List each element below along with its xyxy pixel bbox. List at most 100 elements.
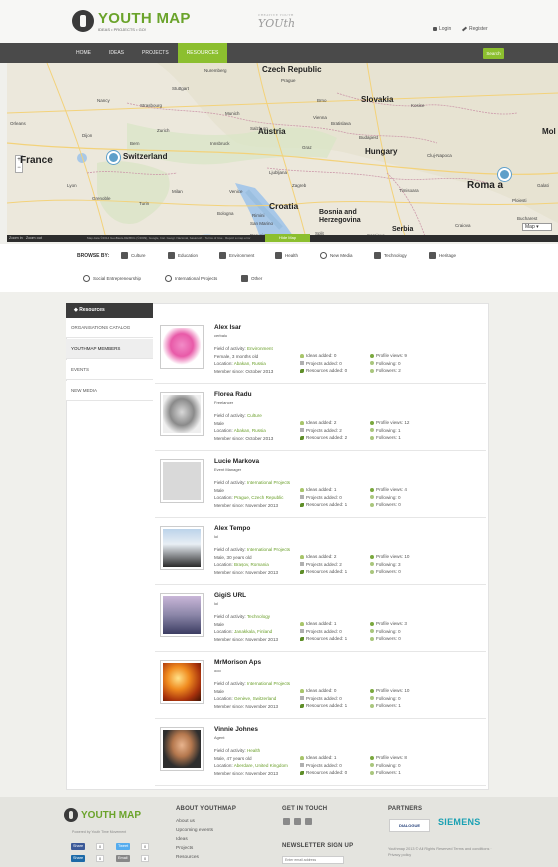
- member-name[interactable]: MrMorison Aps: [214, 659, 261, 666]
- category-education[interactable]: Education: [168, 252, 198, 259]
- newsletter-email-input[interactable]: [282, 856, 344, 864]
- lightbulb-icon: [300, 755, 304, 760]
- member-card[interactable]: Lucie Markova Event Manager Field of activ…: [155, 452, 486, 518]
- following-count[interactable]: 3: [398, 562, 401, 567]
- followers-count[interactable]: 0: [398, 502, 401, 507]
- map-view[interactable]: + − Czech Republic Slovakia Austria Hunga…: [7, 63, 558, 242]
- member-card[interactable]: Alex Tempo lol Field of activity: Internat…: [155, 519, 486, 585]
- nav-ideas[interactable]: IDEAS: [100, 43, 133, 63]
- member-location[interactable]: Abakan, Russia: [234, 428, 266, 433]
- footer-link[interactable]: Ideas: [176, 837, 188, 842]
- footer-link[interactable]: Resources: [176, 855, 199, 860]
- member-card[interactable]: Alex Isar cerbalu Field of activity: Envir…: [155, 318, 486, 384]
- twitter-icon[interactable]: [294, 818, 301, 825]
- zoom-out-link[interactable]: Zoom out: [26, 236, 42, 240]
- member-field[interactable]: Culture: [247, 413, 262, 418]
- nav-resources[interactable]: RESOURCES: [177, 43, 228, 63]
- linkedin-share-button[interactable]: Share: [71, 855, 86, 862]
- register-link[interactable]: Register: [461, 26, 488, 32]
- linkedin-icon[interactable]: [305, 818, 312, 825]
- partner-siemens-logo[interactable]: SIEMENS: [438, 817, 481, 827]
- login-link[interactable]: Login: [433, 26, 451, 32]
- lightbulb-icon: [300, 688, 304, 693]
- member-avatar[interactable]: [160, 392, 204, 436]
- member-name[interactable]: GigiS URL: [214, 592, 246, 599]
- member-location[interactable]: Genève, Switzerland: [234, 696, 276, 701]
- footer-logo[interactable]: YOUTH MAP: [64, 808, 141, 822]
- followers-count[interactable]: 1: [398, 435, 401, 440]
- hide-map-button[interactable]: Hide Map: [265, 234, 310, 242]
- following-count[interactable]: 0: [398, 361, 401, 366]
- following-count[interactable]: 0: [398, 696, 401, 701]
- member-field[interactable]: Environment: [247, 346, 273, 351]
- youthmap-logo[interactable]: YOUTH MAP IDEAS • PROJECTS • GO!: [72, 10, 191, 32]
- sidebar-item-members[interactable]: YOUTHMAP MEMBERS: [66, 339, 153, 359]
- sidebar-item-organisations[interactable]: ORGANISATIONS CATALOG: [66, 318, 153, 338]
- member-avatar[interactable]: [160, 459, 204, 503]
- nav-projects[interactable]: PROJECTS: [133, 43, 178, 63]
- following-count[interactable]: 1: [398, 428, 401, 433]
- footer-link[interactable]: Upcoming events: [176, 828, 213, 833]
- following-count[interactable]: 0: [398, 763, 401, 768]
- member-field[interactable]: International Projects: [247, 547, 290, 552]
- map-label: Czech Republic: [262, 65, 322, 74]
- category-international-projects[interactable]: International Projects: [165, 275, 217, 282]
- footer-link[interactable]: Projects: [176, 846, 193, 851]
- member-avatar[interactable]: [160, 325, 204, 369]
- globe-icon: [165, 275, 172, 282]
- following-count[interactable]: 0: [398, 629, 401, 634]
- member-location[interactable]: Janakkala, Finland: [234, 629, 272, 634]
- member-location[interactable]: Brașov, Romania: [234, 562, 269, 567]
- map-type-select[interactable]: Map ▾: [522, 223, 552, 231]
- partner-dialogue-logo[interactable]: DIALOGUE: [389, 819, 430, 832]
- category-heritage[interactable]: Heritage: [429, 252, 456, 259]
- member-location[interactable]: Abakan, Russia: [234, 361, 266, 366]
- email-share-button[interactable]: Email: [116, 855, 130, 862]
- followers-count[interactable]: 0: [398, 636, 401, 641]
- category-environment[interactable]: Environment: [219, 252, 254, 259]
- followers-count[interactable]: 2: [398, 368, 401, 373]
- nav-home[interactable]: HOME: [67, 43, 100, 63]
- category-other[interactable]: Other: [241, 275, 262, 282]
- category-culture[interactable]: Culture: [121, 252, 146, 259]
- member-location[interactable]: Aberdare, United Kingdom: [234, 763, 288, 768]
- footer-link[interactable]: About us: [176, 819, 195, 824]
- sidebar-item-events[interactable]: EVENTS: [66, 360, 153, 380]
- member-avatar[interactable]: [160, 727, 204, 771]
- following-count[interactable]: 0: [398, 495, 401, 500]
- member-name[interactable]: Florea Radu: [214, 391, 252, 398]
- member-card[interactable]: Vinnie Johnes Agent Field of activity: Hea…: [155, 720, 486, 786]
- category-new-media[interactable]: New Media: [320, 252, 353, 259]
- member-field[interactable]: Technology: [247, 614, 270, 619]
- category-health[interactable]: Health: [275, 252, 298, 259]
- member-location[interactable]: Prague, Czech Republic: [234, 495, 284, 500]
- member-field[interactable]: International Projects: [247, 681, 290, 686]
- member-field[interactable]: Health: [247, 748, 260, 753]
- map-marker-icon[interactable]: [498, 168, 511, 181]
- facebook-share-button[interactable]: Share: [71, 843, 86, 850]
- followers-count[interactable]: 1: [398, 770, 401, 775]
- member-card[interactable]: MrMorison Aps ooo Field of activity: Inter…: [155, 653, 486, 719]
- member-name[interactable]: Lucie Markova: [214, 458, 259, 465]
- sidebar-item-new-media[interactable]: NEW MEDIA: [66, 381, 153, 401]
- member-card[interactable]: Florea Radu Freelancer Field of activity: …: [155, 385, 486, 451]
- member-avatar[interactable]: [160, 593, 204, 637]
- map-marker-icon[interactable]: [107, 151, 120, 164]
- tweet-button[interactable]: Tweet: [116, 843, 131, 850]
- member-avatar[interactable]: [160, 526, 204, 570]
- member-avatar[interactable]: [160, 660, 204, 704]
- category-technology[interactable]: Technology: [374, 252, 407, 259]
- followers-count[interactable]: 1: [398, 703, 401, 708]
- member-card[interactable]: GigiS URL lol Field of activity: Technolog…: [155, 586, 486, 652]
- member-name[interactable]: Alex Tempo: [214, 525, 250, 532]
- member-name[interactable]: Vinnie Johnes: [214, 726, 258, 733]
- search-button[interactable]: Search: [483, 48, 504, 59]
- partner-logo[interactable]: CREATIVE YOUTH YOUth: [258, 13, 295, 30]
- zoom-in-link[interactable]: Zoom in: [9, 236, 23, 240]
- member-name[interactable]: Alex Isar: [214, 324, 241, 331]
- avatar-image: [163, 395, 201, 433]
- followers-count[interactable]: 0: [398, 569, 401, 574]
- facebook-icon[interactable]: [283, 818, 290, 825]
- member-field[interactable]: International Projects: [247, 480, 290, 485]
- category-social-entrepreneurship[interactable]: Social Entrepreneurship: [83, 275, 141, 282]
